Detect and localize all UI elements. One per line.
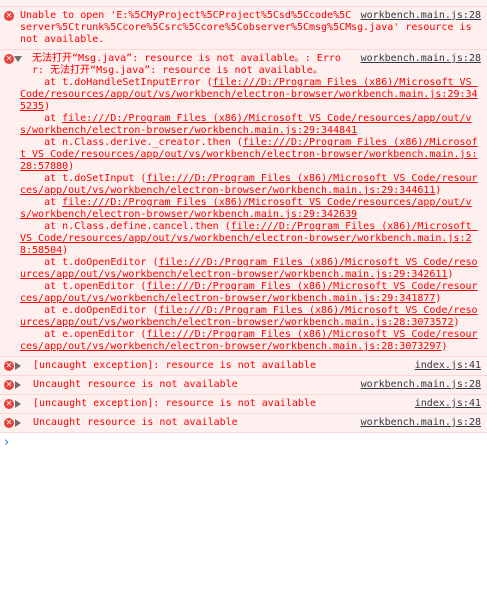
- stack-frame-file-link[interactable]: file:///D:/Program Files (x86)/Microsoft…: [20, 197, 472, 220]
- error-circle-icon: ✕: [4, 11, 14, 21]
- source-link[interactable]: workbench.main.js:28: [361, 53, 481, 65]
- stack-frame-file-link[interactable]: file:///D:/Program Files (x86)/Microsoft…: [20, 113, 472, 136]
- console-error-message[interactable]: ✕ workbench.main.js:28 Uncaught resource…: [0, 414, 487, 433]
- stack-frame-close: ): [44, 101, 51, 112]
- error-circle-icon: ✕: [4, 380, 14, 390]
- stack-frame-function: at n.Class.derive._creator.then (: [20, 137, 243, 148]
- stack-frame-function: at: [20, 113, 63, 124]
- console-prompt[interactable]: ›: [0, 433, 487, 451]
- stack-frame: at file:///D:/Program Files (x86)/Micros…: [20, 113, 481, 137]
- stack-frame: at e.doOpenEditor (file:///D:/Program Fi…: [20, 305, 481, 329]
- stack-frame-function: at t.doSetInput (: [20, 173, 147, 184]
- error-circle-icon: ✕: [4, 54, 14, 64]
- error-circle-icon: ✕: [4, 361, 14, 371]
- stack-frame: at file:///D:/Program Files (x86)/Micros…: [20, 197, 481, 221]
- source-link[interactable]: workbench.main.js:28: [361, 379, 481, 391]
- stack-frame-close: ): [435, 185, 442, 196]
- console-error-message[interactable]: ✕ index.js:41 [uncaught exception]: reso…: [0, 395, 487, 414]
- source-link[interactable]: workbench.main.js:28: [361, 10, 481, 22]
- console-error-message-with-stack: ✕ workbench.main.js:28 无法打开“Msg.java”: r…: [0, 50, 487, 357]
- stack-frame-function: at t.openEditor (: [20, 281, 147, 292]
- stack-frame-function: at e.openEditor (: [20, 329, 147, 340]
- stack-frame: at n.Class.derive._creator.then (file://…: [20, 137, 481, 173]
- console-error-message: ✕ workbench.main.js:28 Unable to open 'E…: [0, 7, 487, 50]
- expand-triangle-icon[interactable]: [15, 381, 21, 389]
- stack-frame-function: at: [20, 197, 63, 208]
- stack-trace: at t.doHandleSetInputError ( file:///D:/P…: [20, 77, 481, 353]
- expand-triangle-icon[interactable]: [14, 56, 22, 62]
- stack-frame-close: ): [447, 269, 454, 280]
- previous-message-clipped: [0, 0, 487, 7]
- expand-triangle-icon[interactable]: [15, 400, 21, 408]
- stack-frame-close: ): [441, 341, 448, 352]
- stack-frame-function: at t.doHandleSetInputError (: [20, 77, 213, 88]
- stack-frame: at e.openEditor (file:///D:/Program File…: [20, 329, 481, 353]
- expand-triangle-icon[interactable]: [15, 419, 21, 427]
- stack-frame: at t.doSetInput (file:///D:/Program File…: [20, 173, 481, 197]
- stack-frame: at t.openEditor (file:///D:/Program File…: [20, 281, 481, 305]
- stack-frame: at t.doOpenEditor (file:///D:/Program Fi…: [20, 257, 481, 281]
- expand-triangle-icon[interactable]: [15, 362, 21, 370]
- stack-frame-function: at n.Class.define.cancel.then (: [20, 221, 231, 232]
- error-circle-icon: ✕: [4, 399, 14, 409]
- stack-frame: at t.doHandleSetInputError (file:///D:/P…: [20, 77, 481, 113]
- stack-frame-close: ): [435, 293, 442, 304]
- source-link[interactable]: index.js:41: [415, 360, 481, 372]
- source-link[interactable]: workbench.main.js:28: [361, 417, 481, 429]
- stack-frame-close: ): [68, 161, 75, 172]
- console-error-message[interactable]: ✕ index.js:41 [uncaught exception]: reso…: [0, 357, 487, 376]
- stack-frame-close: ): [62, 245, 69, 256]
- console-error-message[interactable]: ✕ workbench.main.js:28 Uncaught resource…: [0, 376, 487, 395]
- source-link[interactable]: index.js:41: [415, 398, 481, 410]
- prompt-chevron-icon: ›: [4, 435, 10, 450]
- stack-frame-function: at e.doOpenEditor (: [20, 305, 159, 316]
- stack-frame: at n.Class.define.cancel.then (file:///D…: [20, 221, 481, 257]
- stack-frame-function: at t.doOpenEditor (: [20, 257, 159, 268]
- error-circle-icon: ✕: [4, 418, 14, 428]
- stack-frame-close: ): [453, 317, 460, 328]
